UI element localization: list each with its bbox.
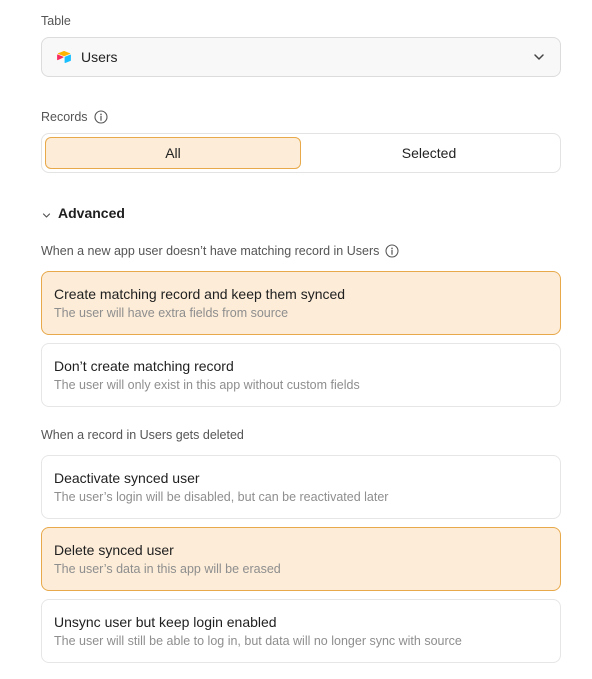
deleted-question: When a record in Users gets deleted: [41, 428, 244, 442]
info-icon[interactable]: [93, 110, 108, 124]
option-title: Delete synced user: [54, 542, 174, 558]
advanced-toggle[interactable]: Advanced: [41, 205, 125, 221]
chevron-down-icon: [532, 50, 546, 64]
table-label: Table: [41, 14, 71, 28]
no-match-question: When a new app user doesn’t have matchin…: [41, 243, 399, 259]
option-create-matching-record[interactable]: Create matching record and keep them syn…: [41, 271, 561, 335]
option-delete-synced-user[interactable]: Delete synced user The user’s data in th…: [41, 527, 561, 591]
option-description: The user’s data in this app will be eras…: [54, 562, 281, 576]
option-description: The user will have extra fields from sou…: [54, 306, 289, 320]
option-dont-create-matching-record[interactable]: Don’t create matching record The user wi…: [41, 343, 561, 407]
records-label: Records: [41, 109, 108, 125]
option-description: The user’s login will be disabled, but c…: [54, 490, 389, 504]
table-select-value: Users: [81, 49, 118, 65]
option-unsync-keep-login[interactable]: Unsync user but keep login enabled The u…: [41, 599, 561, 663]
option-title: Unsync user but keep login enabled: [54, 614, 277, 630]
option-description: The user will only exist in this app wit…: [54, 378, 360, 392]
records-option-selected[interactable]: Selected: [301, 137, 557, 169]
option-title: Don’t create matching record: [54, 358, 234, 374]
user-sync-settings-panel: Table Users Records All Selected Advance…: [0, 0, 592, 679]
airtable-logo-icon: [56, 49, 72, 65]
records-option-all[interactable]: All: [45, 137, 301, 169]
chevron-down-icon: [41, 208, 52, 219]
option-deactivate-synced-user[interactable]: Deactivate synced user The user’s login …: [41, 455, 561, 519]
table-select[interactable]: Users: [41, 37, 561, 77]
option-description: The user will still be able to log in, b…: [54, 634, 462, 648]
info-icon[interactable]: [385, 244, 399, 258]
option-title: Create matching record and keep them syn…: [54, 286, 346, 302]
records-segmented-control: All Selected: [41, 133, 561, 173]
option-title: Deactivate synced user: [54, 470, 200, 486]
